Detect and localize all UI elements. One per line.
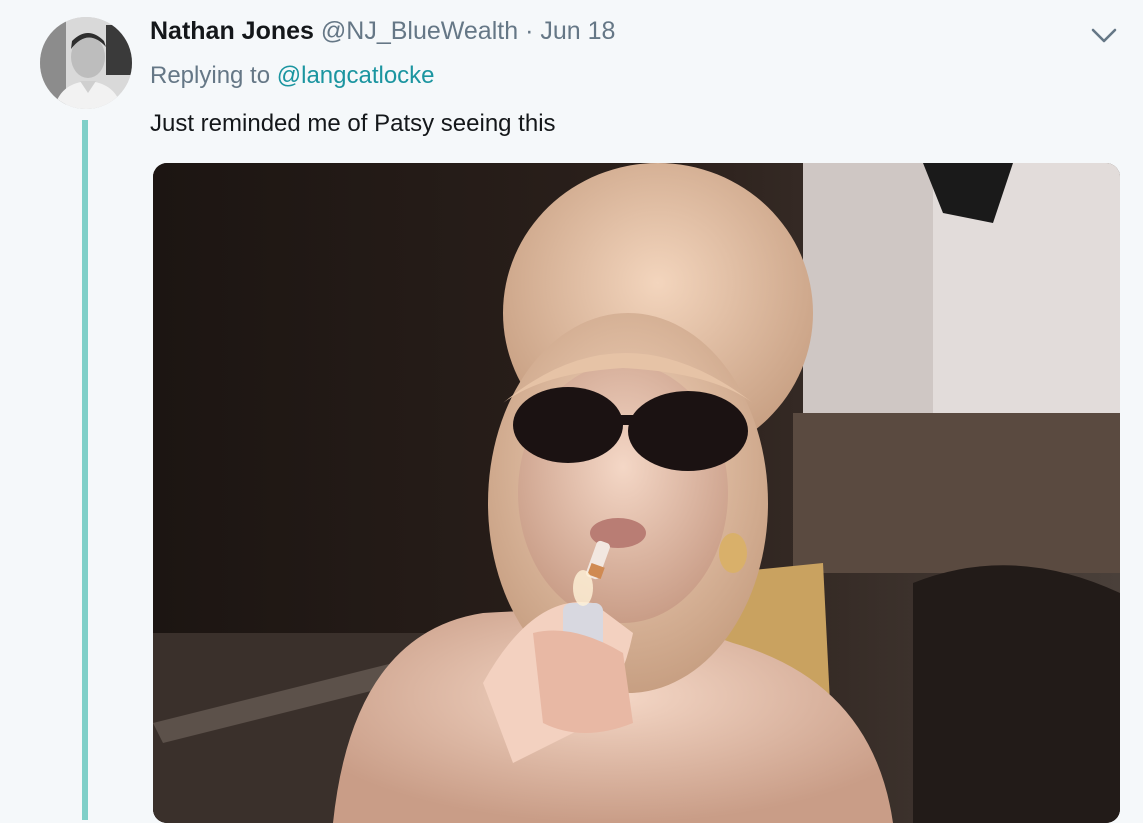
media-photo <box>153 163 1120 823</box>
avatar[interactable] <box>40 17 132 109</box>
author-handle[interactable]: @NJ_BlueWealth <box>321 17 518 45</box>
tweet-text: Just reminded me of Patsy seeing this <box>150 110 556 137</box>
separator-dot: · <box>525 17 534 45</box>
avatar-photo <box>40 17 132 109</box>
reply-prefix: Replying to <box>150 62 271 89</box>
tweet-media-image[interactable] <box>153 163 1120 823</box>
tweet[interactable]: Nathan Jones @NJ_BlueWealth · Jun 18 Rep… <box>0 0 1143 823</box>
thread-connector-line <box>82 120 88 820</box>
reply-context: Replying to @langcatlocke <box>150 62 435 90</box>
reply-mention-link[interactable]: @langcatlocke <box>277 62 435 89</box>
author-name[interactable]: Nathan Jones <box>150 17 314 45</box>
tweet-header: Nathan Jones @NJ_BlueWealth · Jun 18 <box>150 17 615 51</box>
chevron-down-icon[interactable] <box>1090 22 1118 48</box>
tweet-date[interactable]: Jun 18 <box>540 17 615 45</box>
